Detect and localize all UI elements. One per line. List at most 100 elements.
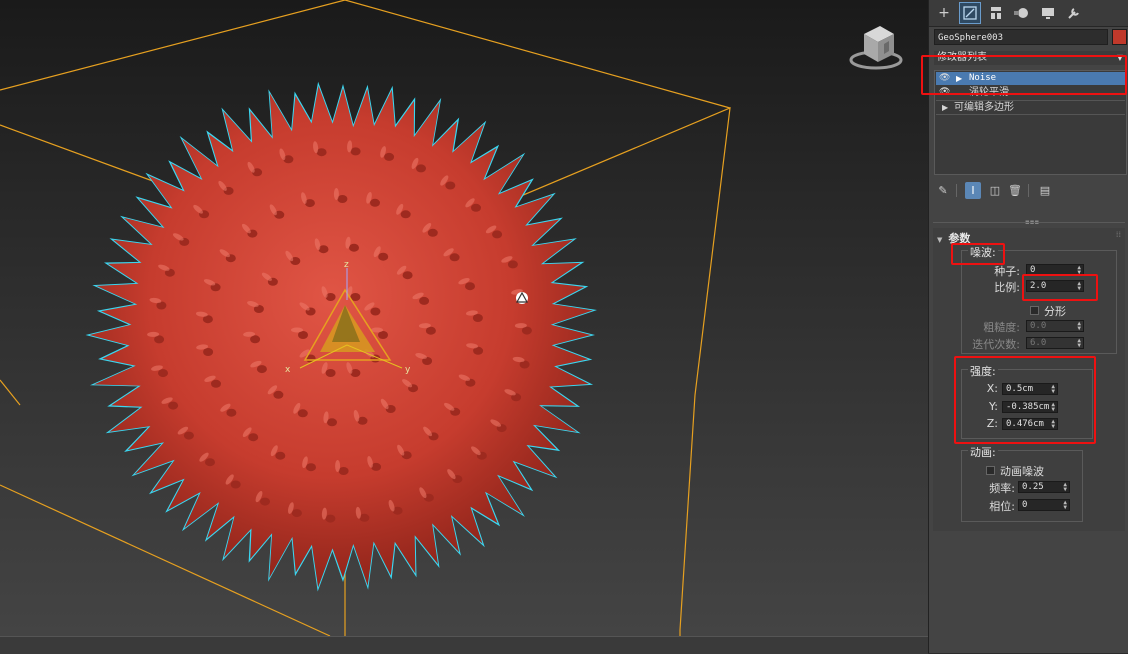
object-color-swatch[interactable] bbox=[1112, 29, 1127, 45]
create-tab-plus-icon[interactable]: + bbox=[933, 2, 955, 24]
spike-highlight bbox=[371, 327, 383, 333]
frequency-label: 频率: bbox=[989, 482, 1015, 495]
annotation-box-stack bbox=[921, 55, 1127, 95]
warning-icon bbox=[515, 291, 529, 304]
spike-shadow bbox=[183, 431, 194, 440]
scale-label: 比例: bbox=[994, 281, 1020, 294]
spike-shadow bbox=[205, 458, 215, 467]
spike-shadow bbox=[378, 252, 389, 261]
spike-shadow bbox=[248, 433, 259, 442]
make-unique-icon[interactable]: ◫ bbox=[987, 182, 1003, 199]
display-tab-icon[interactable] bbox=[1037, 2, 1059, 24]
spinner-arrows-icon[interactable]: ▲ ▼ bbox=[1063, 482, 1067, 493]
spike-shadow bbox=[472, 314, 483, 322]
spinner-arrows-icon[interactable]: ▲ ▼ bbox=[1063, 500, 1067, 511]
display-icon bbox=[1042, 8, 1054, 19]
spike-shadow bbox=[350, 147, 361, 156]
spike-shadow bbox=[327, 418, 337, 427]
axis-label-z: z bbox=[344, 260, 349, 270]
spike-shadow bbox=[445, 181, 456, 190]
utilities-tab-icon[interactable] bbox=[1063, 2, 1085, 24]
hierarchy-tab-icon[interactable] bbox=[985, 2, 1007, 24]
toolbar-divider bbox=[1028, 184, 1029, 197]
frequency-spinner[interactable]: 0.25 ▲ ▼ bbox=[1018, 481, 1070, 493]
fractal-checkbox[interactable] bbox=[1030, 306, 1039, 315]
spike-shadow bbox=[349, 243, 359, 252]
spike-shadow bbox=[337, 195, 348, 203]
motion-icon bbox=[1014, 8, 1028, 18]
spike-shadow bbox=[260, 497, 270, 506]
spike-shadow bbox=[250, 335, 261, 344]
viewport-bottom-bar bbox=[0, 636, 928, 654]
spike-shadow bbox=[402, 271, 413, 280]
spike-highlight bbox=[333, 188, 339, 200]
spike-shadow bbox=[275, 451, 286, 460]
spike-shadow bbox=[370, 307, 381, 316]
spike-shadow bbox=[419, 296, 430, 305]
spike-shadow bbox=[507, 260, 518, 269]
spike-shadow bbox=[338, 467, 349, 475]
remove-modifier-icon[interactable]: 🗑 bbox=[1007, 182, 1023, 199]
spike-shadow bbox=[226, 408, 237, 417]
spike-shadow bbox=[325, 369, 336, 377]
roughness-label: 粗糙度: bbox=[983, 321, 1020, 334]
phase-spinner[interactable]: 0 ▲ ▼ bbox=[1018, 499, 1070, 511]
spike-shadow bbox=[325, 514, 336, 523]
viewport-scene: z x y bbox=[0, 0, 731, 636]
stack-item-editable-poly[interactable]: ▶ 可编辑多边形 bbox=[936, 101, 1125, 114]
spike-highlight bbox=[335, 460, 341, 472]
animation-group-title: 动画: bbox=[968, 444, 998, 460]
roughness-value: 0.0 bbox=[1030, 321, 1047, 331]
roughness-spinner[interactable]: 0.0 ▲ ▼ bbox=[1026, 320, 1084, 332]
annotation-box-scale bbox=[1022, 274, 1098, 301]
perspective-viewport[interactable]: z x y bbox=[0, 0, 928, 636]
expand-triangle-icon[interactable]: ▶ bbox=[942, 101, 948, 114]
stack-toolbar: ✎ Ⅰ ◫ 🗑 ▤ bbox=[929, 182, 1128, 200]
panel-divider bbox=[933, 222, 1125, 223]
spinner-arrows-icon[interactable]: ▲ ▼ bbox=[1077, 338, 1081, 349]
phase-value: 0 bbox=[1022, 500, 1028, 510]
annotation-box-strength bbox=[954, 356, 1096, 444]
spike-shadow bbox=[427, 228, 438, 237]
spike-shadow bbox=[384, 152, 395, 161]
configure-icon[interactable]: ▤ bbox=[1037, 182, 1053, 199]
spike-shadow bbox=[168, 401, 179, 410]
utilities-icon bbox=[1068, 8, 1079, 19]
motion-tab-icon[interactable] bbox=[1011, 2, 1033, 24]
stack-item-label: 可编辑多边形 bbox=[954, 102, 1014, 113]
phase-label: 相位: bbox=[989, 500, 1015, 513]
spike-shadow bbox=[158, 369, 168, 378]
modify-icon bbox=[963, 6, 977, 20]
command-panel: + GeoSphere003 修改器列表 ▼ 👁 ▶ Noise 👁 涡轮平滑 bbox=[921, 0, 1128, 653]
iterations-spinner[interactable]: 6.0 ▲ ▼ bbox=[1026, 337, 1084, 349]
viewcube-icon[interactable] bbox=[848, 20, 904, 72]
seed-label: 种子: bbox=[994, 265, 1020, 278]
iterations-value: 6.0 bbox=[1030, 338, 1047, 348]
spike-shadow bbox=[400, 210, 411, 219]
rollout-pin-icon[interactable]: ⁞⁞ bbox=[1116, 230, 1121, 239]
pin-icon[interactable]: ✎ bbox=[935, 182, 951, 199]
annotation-box-noise bbox=[951, 243, 1005, 265]
axis-label-y: y bbox=[405, 365, 411, 375]
spike-shadow bbox=[425, 326, 436, 335]
spinner-arrows-icon[interactable]: ▲ ▼ bbox=[1077, 321, 1081, 332]
spike-shadow bbox=[291, 509, 302, 518]
fractal-label: 分形 bbox=[1044, 305, 1066, 318]
spike-shadow bbox=[492, 230, 503, 239]
plus-icon: + bbox=[938, 5, 950, 21]
axis-label-x: x bbox=[285, 365, 291, 375]
spike-shadow bbox=[211, 379, 221, 388]
frequency-value: 0.25 bbox=[1022, 482, 1044, 492]
object-name-field[interactable]: GeoSphere003 bbox=[934, 29, 1108, 45]
spike-shadow bbox=[203, 348, 214, 356]
command-panel-tabs: + bbox=[929, 0, 1128, 27]
animate-noise-checkbox[interactable] bbox=[986, 466, 995, 475]
show-end-result-icon[interactable]: Ⅰ bbox=[965, 182, 981, 199]
stack-divider bbox=[936, 114, 1125, 115]
spike-highlight bbox=[291, 327, 303, 333]
animation-group: 动画: 动画噪波 频率: 0.25 ▲ ▼ 相位: 0 ▲ ▼ bbox=[961, 444, 1083, 522]
spike-shadow bbox=[297, 409, 308, 418]
spike-shadow bbox=[370, 198, 380, 207]
spike-shadow bbox=[230, 480, 241, 489]
modify-tab-icon[interactable] bbox=[959, 2, 981, 24]
